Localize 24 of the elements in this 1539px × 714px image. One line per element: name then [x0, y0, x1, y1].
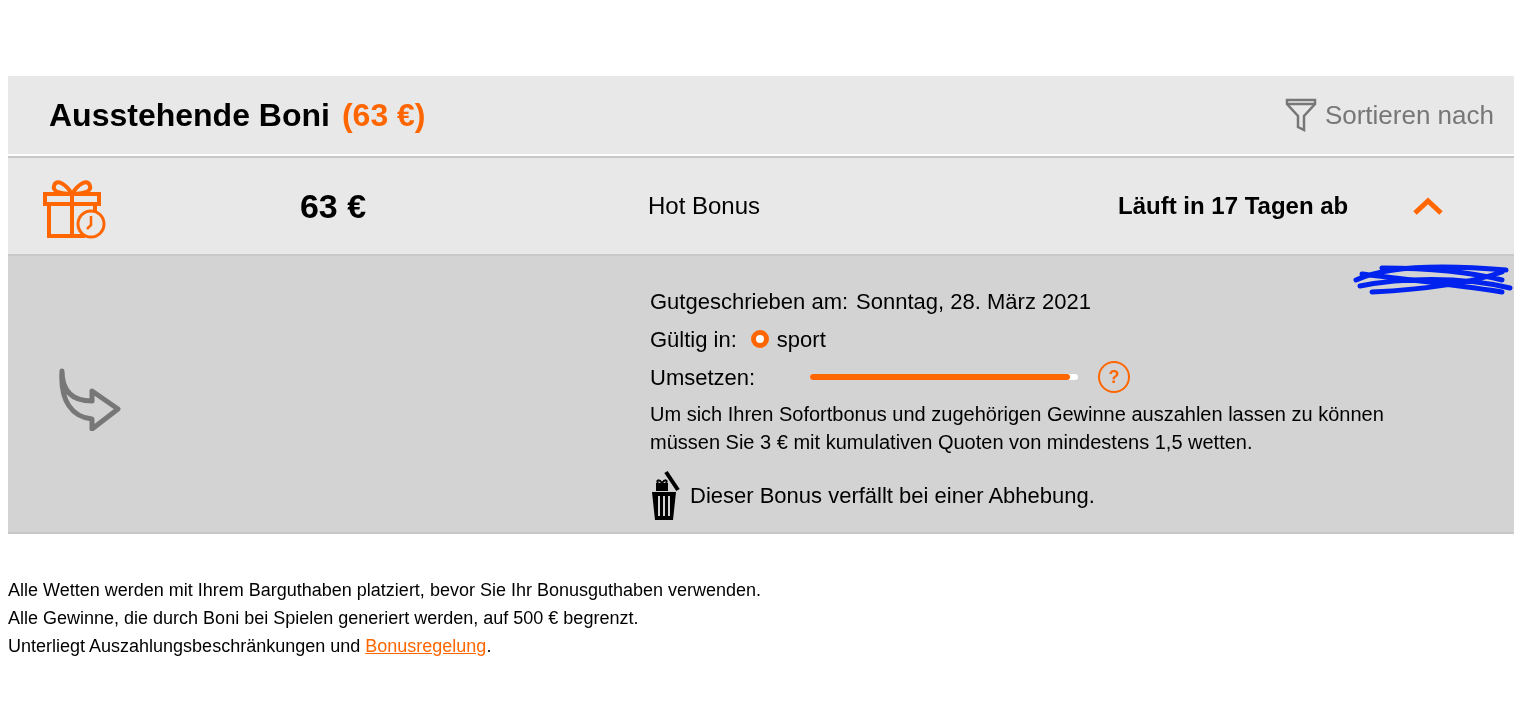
- radio-label: sport: [776, 325, 826, 354]
- wager-description: Um sich Ihren Sofortbonus und zugehörigen Gewinne auszahlen lassen zu können müssen Sie 3 € mit kumulativen Quoten von mindestens 1,5 wetten.: [650, 402, 1385, 455]
- help-button[interactable]: ?: [1098, 361, 1130, 393]
- bonus-total: (63 €): [341, 96, 426, 135]
- footer-note: Unterliegt Auszahlungsbeschränkungen und Bonusregelung.: [8, 635, 493, 658]
- filter-icon: [1284, 97, 1317, 133]
- forward-arrow-icon: [56, 367, 122, 431]
- footer-note: Alle Wetten werden mit Ihrem Barguthaben platziert, bevor Sie Ihr Bonusguthaben verwenden.: [8, 579, 763, 602]
- trash-gift-icon: [650, 470, 680, 520]
- radio-button[interactable]: [750, 330, 769, 348]
- bonus-amount: 63 €: [299, 185, 367, 227]
- credited-label: Gutgeschrieben am:: [650, 287, 849, 316]
- valid-label: Gültig in:: [650, 325, 737, 354]
- bonus-rules-link[interactable]: Bonusregelung: [365, 636, 487, 656]
- wager-label: Umsetzen:: [650, 363, 757, 392]
- chevron-up-icon[interactable]: [1413, 197, 1443, 215]
- credited-date: Sonntag, 28. März 2021: [856, 287, 1091, 316]
- footer-note: Alle Gewinne, die durch Boni bei Spielen generiert werden, auf 500 € begrenzt.: [8, 607, 640, 630]
- forfeit-notice: Dieser Bonus verfällt bei einer Abhebung.: [690, 481, 1095, 510]
- expiry-text: Läuft in 17 Tagen ab: [1118, 191, 1350, 221]
- bonus-row[interactable]: 63 € Hot Bonus Läuft in 17 Tagen ab: [8, 156, 1514, 256]
- bonus-name: Hot Bonus: [648, 191, 762, 221]
- section-title: Ausstehende Boni: [49, 96, 330, 135]
- sort-button[interactable]: Sortieren nach: [1284, 95, 1494, 135]
